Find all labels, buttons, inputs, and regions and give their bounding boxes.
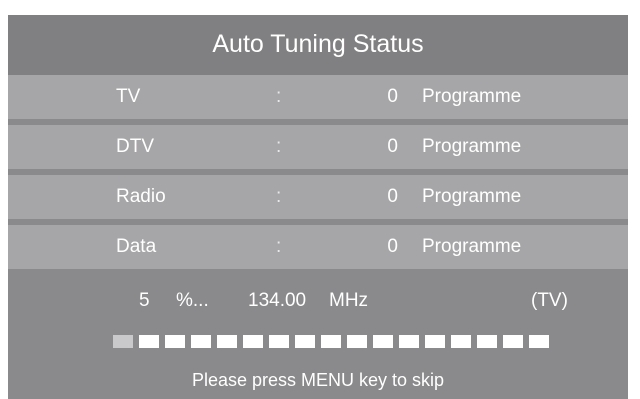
frequency-unit: MHz: [329, 290, 369, 311]
progress-segment: [451, 335, 471, 348]
row-count: 0: [387, 236, 398, 257]
row-label: TV: [116, 86, 141, 107]
row-separator: :: [276, 236, 282, 257]
title-bar: Auto Tuning Status: [8, 15, 628, 75]
row-label: Data: [116, 236, 157, 257]
row-unit: Programme: [422, 136, 522, 157]
row-data: Data : 0 Programme: [8, 225, 628, 269]
progress-segment: [191, 335, 211, 348]
scan-frequency: 134.00: [248, 290, 307, 311]
progress-segment: [269, 335, 289, 348]
progress-segment: [217, 335, 237, 348]
row-count: 0: [387, 186, 398, 207]
row-radio: Radio : 0 Programme: [8, 175, 628, 219]
progress-segment: [373, 335, 393, 348]
scan-status: 5 %... 134.00 MHz (TV): [8, 287, 628, 315]
row-count: 0: [387, 136, 398, 157]
row-dtv: DTV : 0 Programme: [8, 125, 628, 169]
scan-band: (TV): [531, 290, 568, 311]
progress-segment: [347, 335, 367, 348]
skip-hint: Please press MENU key to skip: [191, 370, 445, 390]
progress-segment: [165, 335, 185, 348]
row-unit: Programme: [422, 186, 522, 207]
progress-segment: [243, 335, 263, 348]
progress-percent-unit: %...: [176, 290, 209, 311]
progress-segment: [529, 335, 549, 348]
progress-segment: [139, 335, 159, 348]
progress-segment: [477, 335, 497, 348]
progress-segment: [113, 335, 133, 348]
row-separator: :: [276, 86, 282, 107]
row-unit: Programme: [422, 236, 522, 257]
row-label: Radio: [116, 186, 166, 207]
progress-percent: 5: [139, 290, 150, 311]
progress-segment: [399, 335, 419, 348]
row-unit: Programme: [422, 86, 522, 107]
auto-tuning-dialog: Auto Tuning Status TV : 0 Programme DTV …: [8, 15, 628, 399]
progress-segment: [503, 335, 523, 348]
progress-segment: [295, 335, 315, 348]
row-tv: TV : 0 Programme: [8, 75, 628, 119]
channel-count-list: TV : 0 Programme DTV : 0 Programme Radio…: [8, 75, 628, 269]
dialog-title: Auto Tuning Status: [212, 30, 424, 58]
row-label: DTV: [116, 136, 154, 157]
row-count: 0: [387, 86, 398, 107]
progress-segment: [321, 335, 341, 348]
row-separator: :: [276, 136, 282, 157]
progress-segment: [425, 335, 445, 348]
row-separator: :: [276, 186, 282, 207]
